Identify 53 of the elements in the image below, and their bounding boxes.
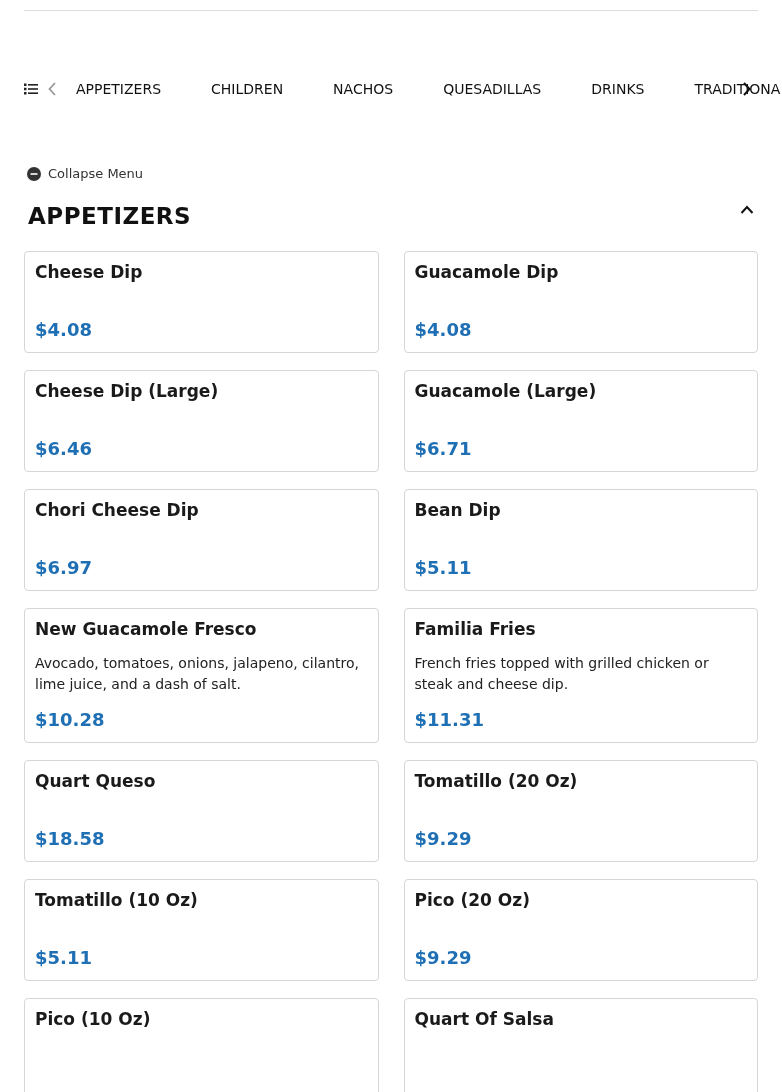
item-description: French fries topped with grilled chicken or steak and cheese dip. bbox=[414, 654, 710, 694]
item-name: Quart Of Salsa bbox=[414, 1009, 555, 1029]
list-icon[interactable] bbox=[24, 83, 38, 95]
item-name: Familia Fries bbox=[414, 619, 537, 639]
item-description: Avocado, tomatoes, onions, jalapeno, cilantro, lime juice, and a dash of salt. bbox=[35, 654, 360, 694]
item-price: $9.29 bbox=[414, 946, 473, 968]
menu-item-card[interactable]: Tomatillo (20 Oz) $9.29 bbox=[403, 760, 758, 862]
item-name: Pico (10 Oz) bbox=[35, 1009, 152, 1029]
item-name: Pico (20 Oz) bbox=[414, 890, 531, 910]
item-name: New Guacamole Fresco bbox=[35, 619, 258, 639]
item-price: $11.31 bbox=[414, 708, 485, 730]
menu-item-card[interactable]: Cheese Dip (Large) $6.46 bbox=[24, 370, 379, 472]
menu-item-card[interactable]: Quart Queso $18.58 bbox=[24, 760, 379, 862]
category-tab[interactable]: CHILDREN bbox=[211, 81, 284, 97]
menu-item-card[interactable]: Guacamole Dip $4.08 bbox=[403, 251, 758, 353]
menu-item-card[interactable]: Guacamole (Large) $6.71 bbox=[403, 370, 758, 472]
menu-item-card[interactable]: Quart Of Salsa bbox=[403, 998, 758, 1092]
chevron-up-icon[interactable] bbox=[740, 204, 754, 214]
item-name: Quart Queso bbox=[35, 771, 157, 791]
item-price: $4.08 bbox=[414, 318, 473, 340]
item-name: Tomatillo (10 Oz) bbox=[35, 890, 199, 910]
minus-circle-icon[interactable] bbox=[27, 166, 41, 181]
menu-item-card[interactable]: Pico (20 Oz) $9.29 bbox=[403, 879, 758, 981]
category-tab[interactable]: DRINKS bbox=[591, 81, 645, 97]
item-price: $6.97 bbox=[35, 556, 93, 578]
category-tab[interactable]: APPETIZERS bbox=[76, 81, 162, 97]
item-name: Bean Dip bbox=[414, 500, 502, 520]
item-price: $18.58 bbox=[35, 827, 106, 849]
item-name: Cheese Dip (Large) bbox=[35, 381, 220, 401]
category-tab[interactable]: NACHOS bbox=[333, 81, 394, 97]
item-name: Guacamole (Large) bbox=[414, 381, 598, 401]
menu-item-card[interactable]: New Guacamole Fresco Avocado, tomatoes, onions, jalapeno, cilantro, lime juice, and a dash of salt. $10.28 bbox=[24, 608, 379, 743]
menu-item-card[interactable]: Tomatillo (10 Oz) $5.11 bbox=[24, 879, 379, 981]
item-name: Chori Cheese Dip bbox=[35, 500, 200, 520]
section-title: APPETIZERS bbox=[28, 203, 192, 229]
item-price: $6.46 bbox=[35, 437, 93, 459]
item-price: $10.28 bbox=[35, 708, 106, 730]
menu-item-card[interactable]: Pico (10 Oz) bbox=[24, 998, 379, 1092]
category-tab[interactable]: QUESADILLAS bbox=[443, 81, 542, 97]
item-price: $5.11 bbox=[414, 556, 473, 578]
menu-item-card[interactable]: Bean Dip $5.11 bbox=[403, 489, 758, 591]
item-price: $6.71 bbox=[414, 437, 473, 459]
chevron-left-icon[interactable] bbox=[48, 82, 56, 96]
menu-item-card[interactable]: Familia Fries French fries topped with grilled chicken or steak and cheese dip. $11.31 bbox=[403, 608, 758, 743]
collapse-menu-link[interactable]: Collapse Menu bbox=[48, 166, 144, 181]
item-price: $4.08 bbox=[35, 318, 93, 340]
item-name: Tomatillo (20 Oz) bbox=[414, 771, 579, 791]
item-price: $5.11 bbox=[35, 946, 93, 968]
item-name: Guacamole Dip bbox=[414, 262, 560, 282]
item-price: $9.29 bbox=[414, 827, 473, 849]
item-name: Cheese Dip bbox=[35, 262, 144, 282]
menu-item-card[interactable]: Chori Cheese Dip $6.97 bbox=[24, 489, 379, 591]
menu-item-card[interactable]: Cheese Dip $4.08 bbox=[24, 251, 379, 353]
